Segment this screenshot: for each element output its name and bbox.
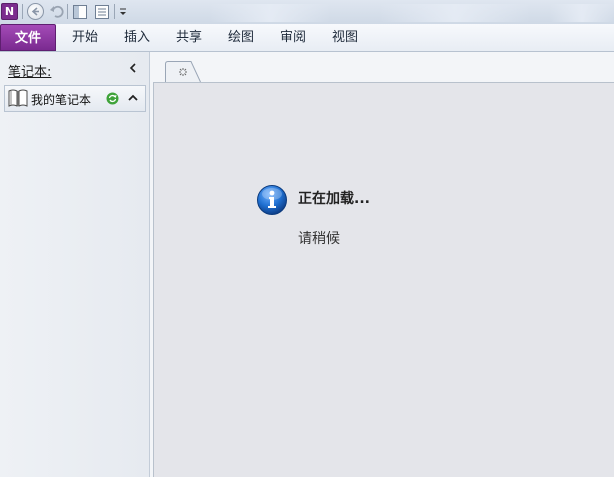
collapse-chevron-left-icon[interactable] [126,60,140,76]
onenote-logo-icon[interactable]: N [1,3,18,20]
title-bar: N [0,0,614,24]
full-page-view-icon[interactable] [93,3,110,20]
title-blur [210,4,330,22]
ribbon-tabs: 文件 开始 插入 共享 绘图 审阅 视图 [0,24,614,52]
page-canvas: 正在加载... 请稍候 [153,82,614,477]
notebooks-header: 笔记本: [8,61,51,80]
notebook-name: 我的笔记本 [31,93,92,107]
undo-icon[interactable] [48,3,65,20]
notebook-item[interactable]: 我的笔记本 [4,85,146,112]
toolbar-separator [22,4,23,19]
notebook-book-icon [7,88,29,108]
info-icon [256,184,288,216]
tab-draw[interactable]: 绘图 [218,24,264,51]
loading-title: 正在加载... [298,191,370,207]
toolbar-separator [67,4,68,19]
dock-to-desktop-icon[interactable] [71,3,88,20]
tab-file[interactable]: 文件 [0,24,56,51]
section-tab[interactable] [165,61,201,83]
back-arrow-icon[interactable] [27,3,44,20]
notebook-navigation-pane: 笔记本: 我的笔记本 [0,52,150,477]
chevron-up-icon[interactable] [127,92,139,104]
customize-dropdown-icon[interactable] [117,3,129,20]
title-blur [550,4,614,22]
tab-review[interactable]: 审阅 [270,24,316,51]
tab-share[interactable]: 共享 [166,24,212,51]
tab-home[interactable]: 开始 [62,24,108,51]
tab-view[interactable]: 视图 [322,24,368,51]
loading-subtitle: 请稍候 [298,231,340,247]
tab-insert[interactable]: 插入 [114,24,160,51]
page-area: 正在加载... 请稍候 [150,52,614,477]
title-blur [380,4,530,22]
notebooks-header-label: 笔记本: [8,65,52,80]
sync-icon [106,92,119,105]
toolbar-separator [114,4,115,19]
